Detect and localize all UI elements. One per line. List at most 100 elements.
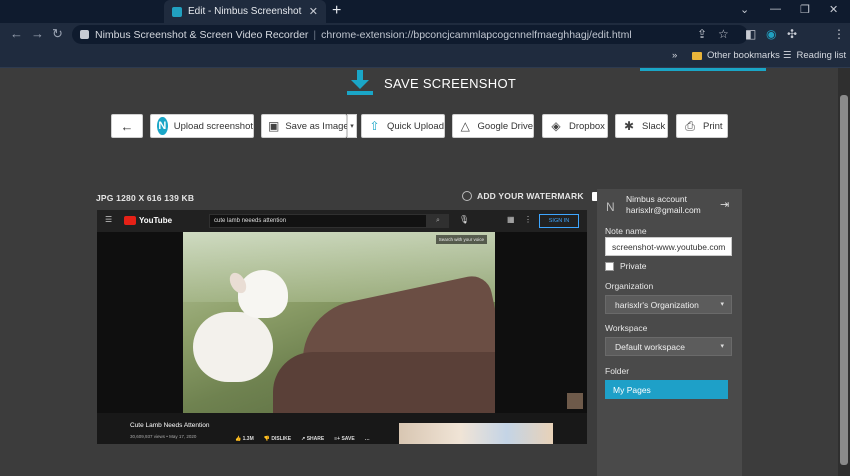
browser-tab[interactable]: Edit - Nimbus Screenshot ✕ xyxy=(164,0,326,23)
private-label: Private xyxy=(620,261,647,271)
organization-label: Organization xyxy=(605,281,654,291)
menu-kebab-icon[interactable]: ⋮ xyxy=(833,27,845,41)
watermark-label: ADD YOUR WATERMARK xyxy=(477,191,584,201)
upload-sidebar: N Nimbus account harisxlr@gmail.com ⇥ No… xyxy=(597,189,742,476)
bookmark-star-icon[interactable]: ☆ xyxy=(718,27,729,41)
extensions-puzzle-icon[interactable]: ✣ xyxy=(787,27,797,41)
slack-button[interactable]: ✱ Slack xyxy=(615,114,668,138)
video-views: 30,609,937 views • May 17, 2020 xyxy=(130,434,197,439)
video-thumbnail xyxy=(567,393,583,409)
youtube-topbar: ☰ YouTube cute lamb neeeds attention ⌕ 🎙… xyxy=(97,210,587,232)
dropbox-button[interactable]: ◈ Dropbox xyxy=(542,114,608,138)
bookmarks-overflow[interactable]: » xyxy=(672,50,677,61)
apps-grid-icon: ▦ xyxy=(507,215,515,224)
save-screenshot-header: SAVE SCREENSHOT xyxy=(346,70,516,96)
tab-title: Edit - Nimbus Screenshot xyxy=(188,6,302,17)
nimbus-logo-icon: N xyxy=(157,117,168,135)
organization-select[interactable]: harisxlr's Organization ▾ xyxy=(605,295,732,314)
logout-icon[interactable]: ⇥ xyxy=(720,198,729,211)
quick-upload-label: Quick Upload xyxy=(386,120,444,132)
google-drive-button[interactable]: △ Google Drive xyxy=(452,114,534,138)
organization-value: harisxlr's Organization xyxy=(615,299,699,310)
youtube-search-input: cute lamb neeeds attention xyxy=(209,214,427,228)
image-icon: ▣ xyxy=(268,119,280,133)
screenshot-preview[interactable]: ☰ YouTube cute lamb neeeds attention ⌕ 🎙… xyxy=(97,210,587,444)
private-checkbox[interactable] xyxy=(605,261,614,271)
more-icon: … xyxy=(364,436,370,442)
minimize-button[interactable]: — xyxy=(770,3,781,15)
dislike-label: 👎 DISLIKE xyxy=(263,436,292,442)
download-icon xyxy=(347,70,373,95)
extension-puzzle-icon xyxy=(80,30,89,39)
note-name-input[interactable]: screenshot-www.youtube.com xyxy=(605,237,732,256)
chevron-down-icon: ▾ xyxy=(720,343,724,350)
video-frame: Search with your voice xyxy=(183,232,495,413)
back-nav-icon[interactable]: ← xyxy=(10,26,23,41)
arrow-left-icon: ← xyxy=(120,118,134,134)
tab-search-icon[interactable]: ⌄ xyxy=(740,3,749,16)
nimbus-extension-icon[interactable]: ◉ xyxy=(766,27,776,41)
chevron-down-icon: ▾ xyxy=(720,301,724,308)
quick-upload-button[interactable]: ⇧ Quick Upload xyxy=(361,114,445,138)
video-title: Cute Lamb Needs Attention xyxy=(130,422,210,429)
kebab-icon: ⋮ xyxy=(524,215,532,224)
upload-screenshot-label: Upload screenshot xyxy=(173,120,253,132)
youtube-signin: SIGN IN xyxy=(539,214,579,228)
share-icon[interactable]: ⇪ xyxy=(697,27,707,41)
close-window-button[interactable]: ✕ xyxy=(829,3,838,16)
hamburger-icon: ☰ xyxy=(105,215,113,224)
tab-close-icon[interactable]: ✕ xyxy=(309,5,318,18)
youtube-play-icon xyxy=(124,216,136,225)
ad-banner xyxy=(399,423,553,444)
private-option[interactable]: Private xyxy=(605,261,646,271)
watermark-option[interactable]: ADD YOUR WATERMARK xyxy=(462,191,601,201)
watermark-info-icon xyxy=(462,191,472,201)
reading-list[interactable]: ☰ Reading list xyxy=(783,50,846,61)
forward-nav-icon[interactable]: → xyxy=(31,26,44,41)
print-button[interactable]: ⎙ Print xyxy=(676,114,728,138)
workspace-select[interactable]: Default workspace ▾ xyxy=(605,337,732,356)
address-bar[interactable]: Nimbus Screenshot & Screen Video Recorde… xyxy=(72,25,748,44)
upload-icon: ⇧ xyxy=(369,119,380,133)
page-title: SAVE SCREENSHOT xyxy=(384,75,517,91)
omnibox-url: chrome-extension://bpconcjcammlapcogcnne… xyxy=(321,28,632,41)
other-bookmarks[interactable]: Other bookmarks xyxy=(692,50,780,61)
google-drive-label: Google Drive xyxy=(477,120,533,132)
extension-icon[interactable]: ◧ xyxy=(745,27,756,41)
lamb-body xyxy=(193,312,273,382)
accent-strip xyxy=(640,68,766,71)
omnibox-site-name: Nimbus Screenshot & Screen Video Recorde… xyxy=(95,28,309,41)
youtube-logo-text: YouTube xyxy=(139,216,173,225)
account-email: harisxlr@gmail.com xyxy=(626,205,701,215)
other-bookmarks-label: Other bookmarks xyxy=(707,50,780,61)
share-label: ↗ SHARE xyxy=(301,436,325,442)
folder-item-my-pages[interactable]: My Pages xyxy=(605,380,728,399)
lamb-head xyxy=(238,270,288,318)
scrollbar-thumb[interactable] xyxy=(840,95,848,465)
workspace-label: Workspace xyxy=(605,323,648,333)
image-meta: JPG 1280 X 616 139 KB xyxy=(96,193,195,203)
back-button[interactable]: ← xyxy=(111,114,143,138)
upload-screenshot-button[interactable]: N Upload screenshot xyxy=(150,114,254,138)
reading-list-icon: ☰ xyxy=(783,50,792,61)
save-as-image-button[interactable]: ▣ Save as Image xyxy=(261,114,349,138)
bookmarks-bar: » Other bookmarks ☰ Reading list xyxy=(0,46,850,68)
workspace-value: Default workspace xyxy=(615,341,685,352)
folder-icon xyxy=(692,51,702,60)
reload-icon[interactable]: ↻ xyxy=(52,26,63,42)
youtube-search-icon: ⌕ xyxy=(427,214,449,228)
reading-list-label: Reading list xyxy=(796,50,847,61)
printer-icon: ⎙ xyxy=(685,118,695,133)
video-sleeve xyxy=(273,352,495,413)
account-info: Nimbus account harisxlr@gmail.com xyxy=(626,194,701,216)
browser-tabbar: Edit - Nimbus Screenshot ✕ + ⌄ — ❐ ✕ xyxy=(0,0,850,23)
omnibox-separator: | xyxy=(313,28,317,41)
save-label: ≡+ SAVE xyxy=(334,436,355,442)
account-label: Nimbus account xyxy=(626,194,687,204)
dropbox-label: Dropbox xyxy=(569,120,605,132)
new-tab-button[interactable]: + xyxy=(332,2,341,20)
print-label: Print xyxy=(703,120,723,132)
like-count: 👍 1.3M xyxy=(235,436,254,442)
maximize-button[interactable]: ❐ xyxy=(800,3,810,16)
save-options-dropdown[interactable]: ▾ xyxy=(347,114,357,138)
